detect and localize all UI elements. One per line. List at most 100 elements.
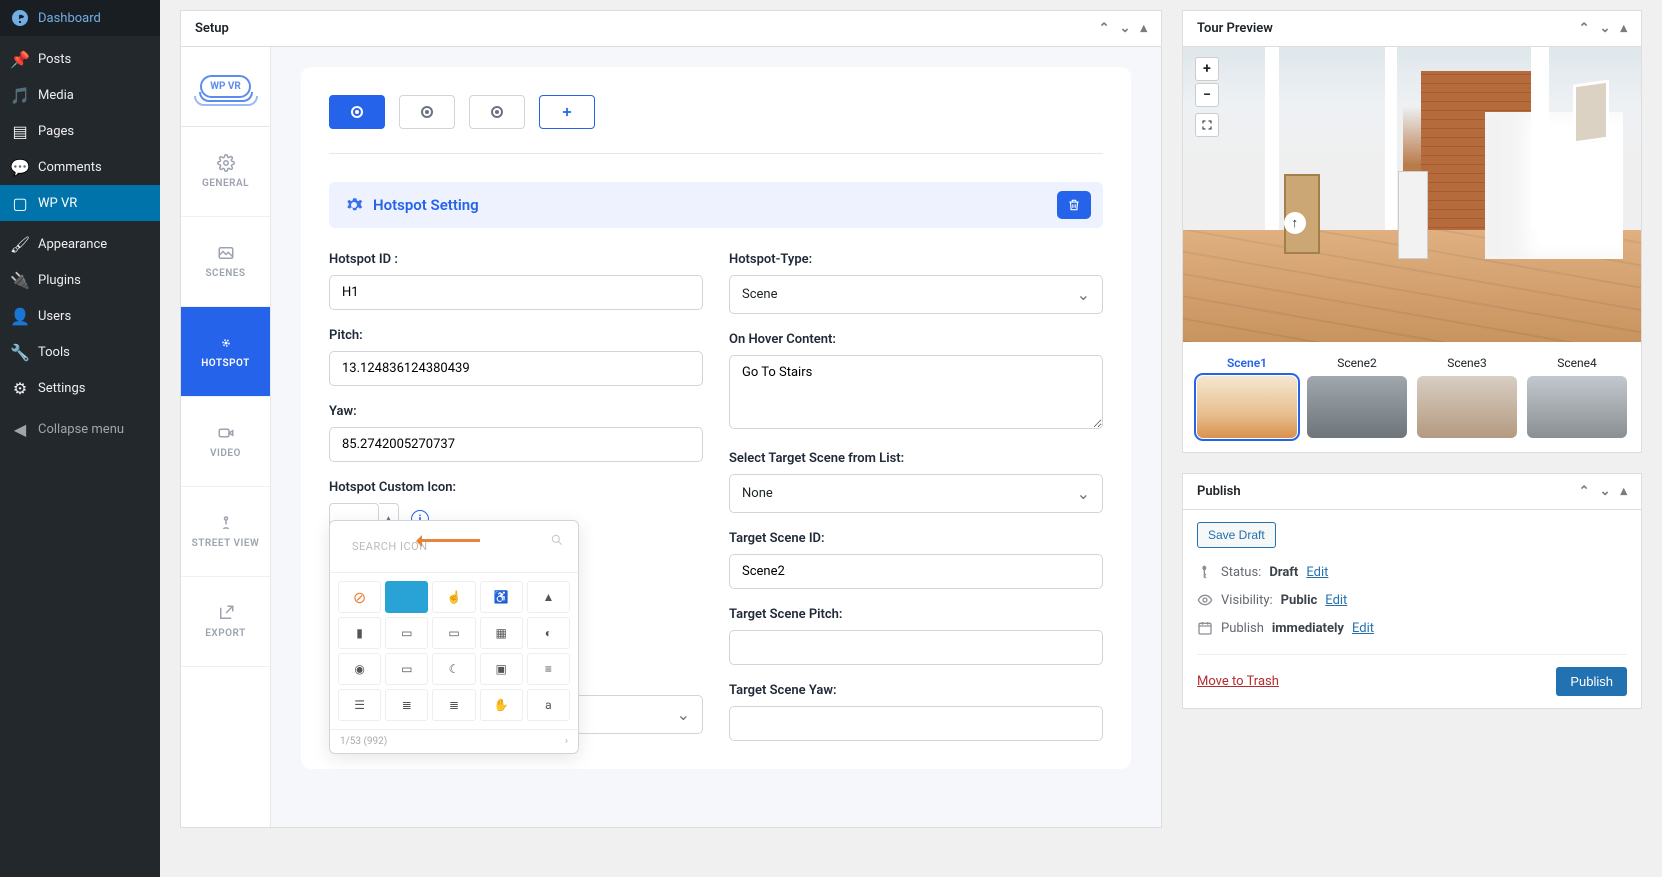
ad-icon[interactable]: ▭ [385, 653, 428, 685]
hotspot-type-select[interactable]: Scene [729, 275, 1103, 314]
tab-scenes[interactable]: SCENES [181, 217, 270, 307]
scene-thumb-4[interactable]: Scene4 [1527, 356, 1627, 438]
tab-general[interactable]: GENERAL [181, 127, 270, 217]
panorama-hotspot-marker[interactable]: ↑ [1284, 212, 1306, 234]
accessible-icon[interactable]: ♿ [480, 581, 523, 613]
scene-thumb-3[interactable]: Scene3 [1417, 356, 1517, 438]
gear-icon [345, 196, 363, 214]
id-card-icon[interactable]: ▭ [432, 617, 475, 649]
toggle-icon[interactable]: ▴ [1140, 21, 1147, 36]
menu-tools[interactable]: 🔧Tools [0, 334, 160, 370]
target-scene-yaw-input[interactable] [729, 706, 1103, 741]
align-justify-icon[interactable]: ☰ [338, 689, 381, 721]
menu-users[interactable]: 👤Users [0, 298, 160, 334]
fullscreen-button[interactable] [1195, 113, 1219, 137]
move-up-icon[interactable]: ⌃ [1579, 21, 1590, 36]
save-draft-button[interactable]: Save Draft [1197, 522, 1276, 548]
hand-paper-icon[interactable]: ✋ [480, 689, 523, 721]
move-up-icon[interactable]: ⌃ [1579, 484, 1590, 499]
field-target-yaw: Target Scene Yaw: [729, 683, 1103, 741]
tab-hotspot[interactable]: HOTSPOT [181, 307, 270, 397]
hiking-icon[interactable]: ▲ [527, 581, 570, 613]
field-hotspot-type: Hotspot-Type: Scene [729, 252, 1103, 314]
target-scene-id-input[interactable] [729, 554, 1103, 589]
move-down-icon[interactable]: ⌄ [1600, 484, 1611, 499]
edit-schedule-link[interactable]: Edit [1352, 621, 1374, 636]
user-icon: 👤 [10, 306, 30, 326]
scene-thumb-2[interactable]: Scene2 [1307, 356, 1407, 438]
collapse-menu[interactable]: ◀Collapse menu [0, 411, 160, 447]
move-to-trash-link[interactable]: Move to Trash [1197, 674, 1279, 689]
adjust-icon[interactable]: ◐ [527, 617, 570, 649]
search-icon [550, 533, 564, 551]
field-yaw: Yaw: [329, 404, 703, 462]
vr-icon: ▢ [10, 193, 30, 213]
moon-icon[interactable]: ☾ [432, 653, 475, 685]
brush-icon: 🖌 [10, 234, 30, 254]
menu-comments[interactable]: 💬Comments [0, 149, 160, 185]
address-card-icon[interactable]: ▭ [385, 617, 428, 649]
menu-settings[interactable]: ⚙Settings [0, 370, 160, 406]
plus-icon [560, 105, 574, 119]
scene-thumb-1[interactable]: Scene1 [1197, 356, 1297, 438]
hand-point-icon[interactable]: ☝ [432, 581, 475, 613]
target-scene-pitch-input[interactable] [729, 630, 1103, 665]
border-all-icon[interactable]: ▦ [480, 617, 523, 649]
field-target-list: Select Target Scene from List: None [729, 451, 1103, 513]
move-down-icon[interactable]: ⌄ [1600, 21, 1611, 36]
menu-appearance[interactable]: 🖌Appearance [0, 226, 160, 262]
address-book-icon[interactable]: ▮ [338, 617, 381, 649]
camera-icon[interactable]: ▣ [480, 653, 523, 685]
edit-visibility-link[interactable]: Edit [1325, 593, 1347, 608]
scene-thumb-image [1197, 376, 1297, 438]
zoom-in-button[interactable]: + [1195, 57, 1219, 81]
hotspot-nav-add[interactable] [539, 95, 595, 129]
hotspot-id-input[interactable] [329, 275, 703, 310]
toggle-icon[interactable]: ▴ [1620, 484, 1627, 499]
street-view-icon [217, 514, 235, 532]
zoom-out-button[interactable]: − [1195, 83, 1219, 107]
scene-thumbnail-strip: Scene1 Scene2 Scene3 Scene4 [1183, 342, 1641, 452]
field-hotspot-id: Hotspot ID : [329, 252, 703, 310]
align-right-icon[interactable]: ≣ [432, 689, 475, 721]
edit-status-link[interactable]: Edit [1306, 565, 1328, 580]
scene-thumb-image [1417, 376, 1517, 438]
pitch-input[interactable] [329, 351, 703, 386]
none-icon[interactable]: ⊘ [338, 581, 381, 613]
move-down-icon[interactable]: ⌄ [1120, 21, 1131, 36]
tab-video[interactable]: VIDEO [181, 397, 270, 487]
solid-icon[interactable] [385, 581, 428, 613]
hover-content-input[interactable] [729, 355, 1103, 429]
field-target-pitch: Target Scene Pitch: [729, 607, 1103, 665]
hotspot-nav-1[interactable] [329, 95, 385, 129]
menu-wpvr[interactable]: ▢WP VR [0, 185, 160, 221]
publish-title: Publish [1197, 484, 1241, 499]
circle-up-icon[interactable]: ◉ [338, 653, 381, 685]
menu-media[interactable]: 🎵Media [0, 77, 160, 113]
wpvr-logo: WP VR [181, 47, 270, 127]
icon-picker-next[interactable]: › [565, 736, 568, 747]
key-icon [1197, 564, 1213, 580]
tab-street-view[interactable]: STREET VIEW [181, 487, 270, 577]
tab-export[interactable]: EXPORT [181, 577, 270, 667]
align-center-icon[interactable]: ≡ [527, 653, 570, 685]
delete-hotspot-button[interactable] [1057, 191, 1091, 219]
menu-posts[interactable]: 📌Posts [0, 41, 160, 77]
menu-dashboard[interactable]: Dashboard [0, 0, 160, 36]
tour-preview-metabox: Tour Preview ⌃ ⌄ ▴ + − [1182, 10, 1642, 453]
menu-plugins[interactable]: 🔌Plugins [0, 262, 160, 298]
hotspot-nav-2[interactable] [399, 95, 455, 129]
gear-icon [217, 154, 235, 172]
publish-button[interactable]: Publish [1556, 667, 1627, 696]
menu-pages[interactable]: ▤Pages [0, 113, 160, 149]
field-pitch: Pitch: [329, 328, 703, 386]
align-left-icon[interactable]: ≣ [385, 689, 428, 721]
icon-picker-count: 1/53 (992) [340, 736, 387, 747]
amazon-icon[interactable]: a [527, 689, 570, 721]
hotspot-nav-3[interactable] [469, 95, 525, 129]
panorama-viewport[interactable]: + − ↑ [1183, 47, 1641, 342]
target-scene-select[interactable]: None [729, 474, 1103, 513]
yaw-input[interactable] [329, 427, 703, 462]
move-up-icon[interactable]: ⌃ [1099, 21, 1110, 36]
toggle-icon[interactable]: ▴ [1620, 21, 1627, 36]
